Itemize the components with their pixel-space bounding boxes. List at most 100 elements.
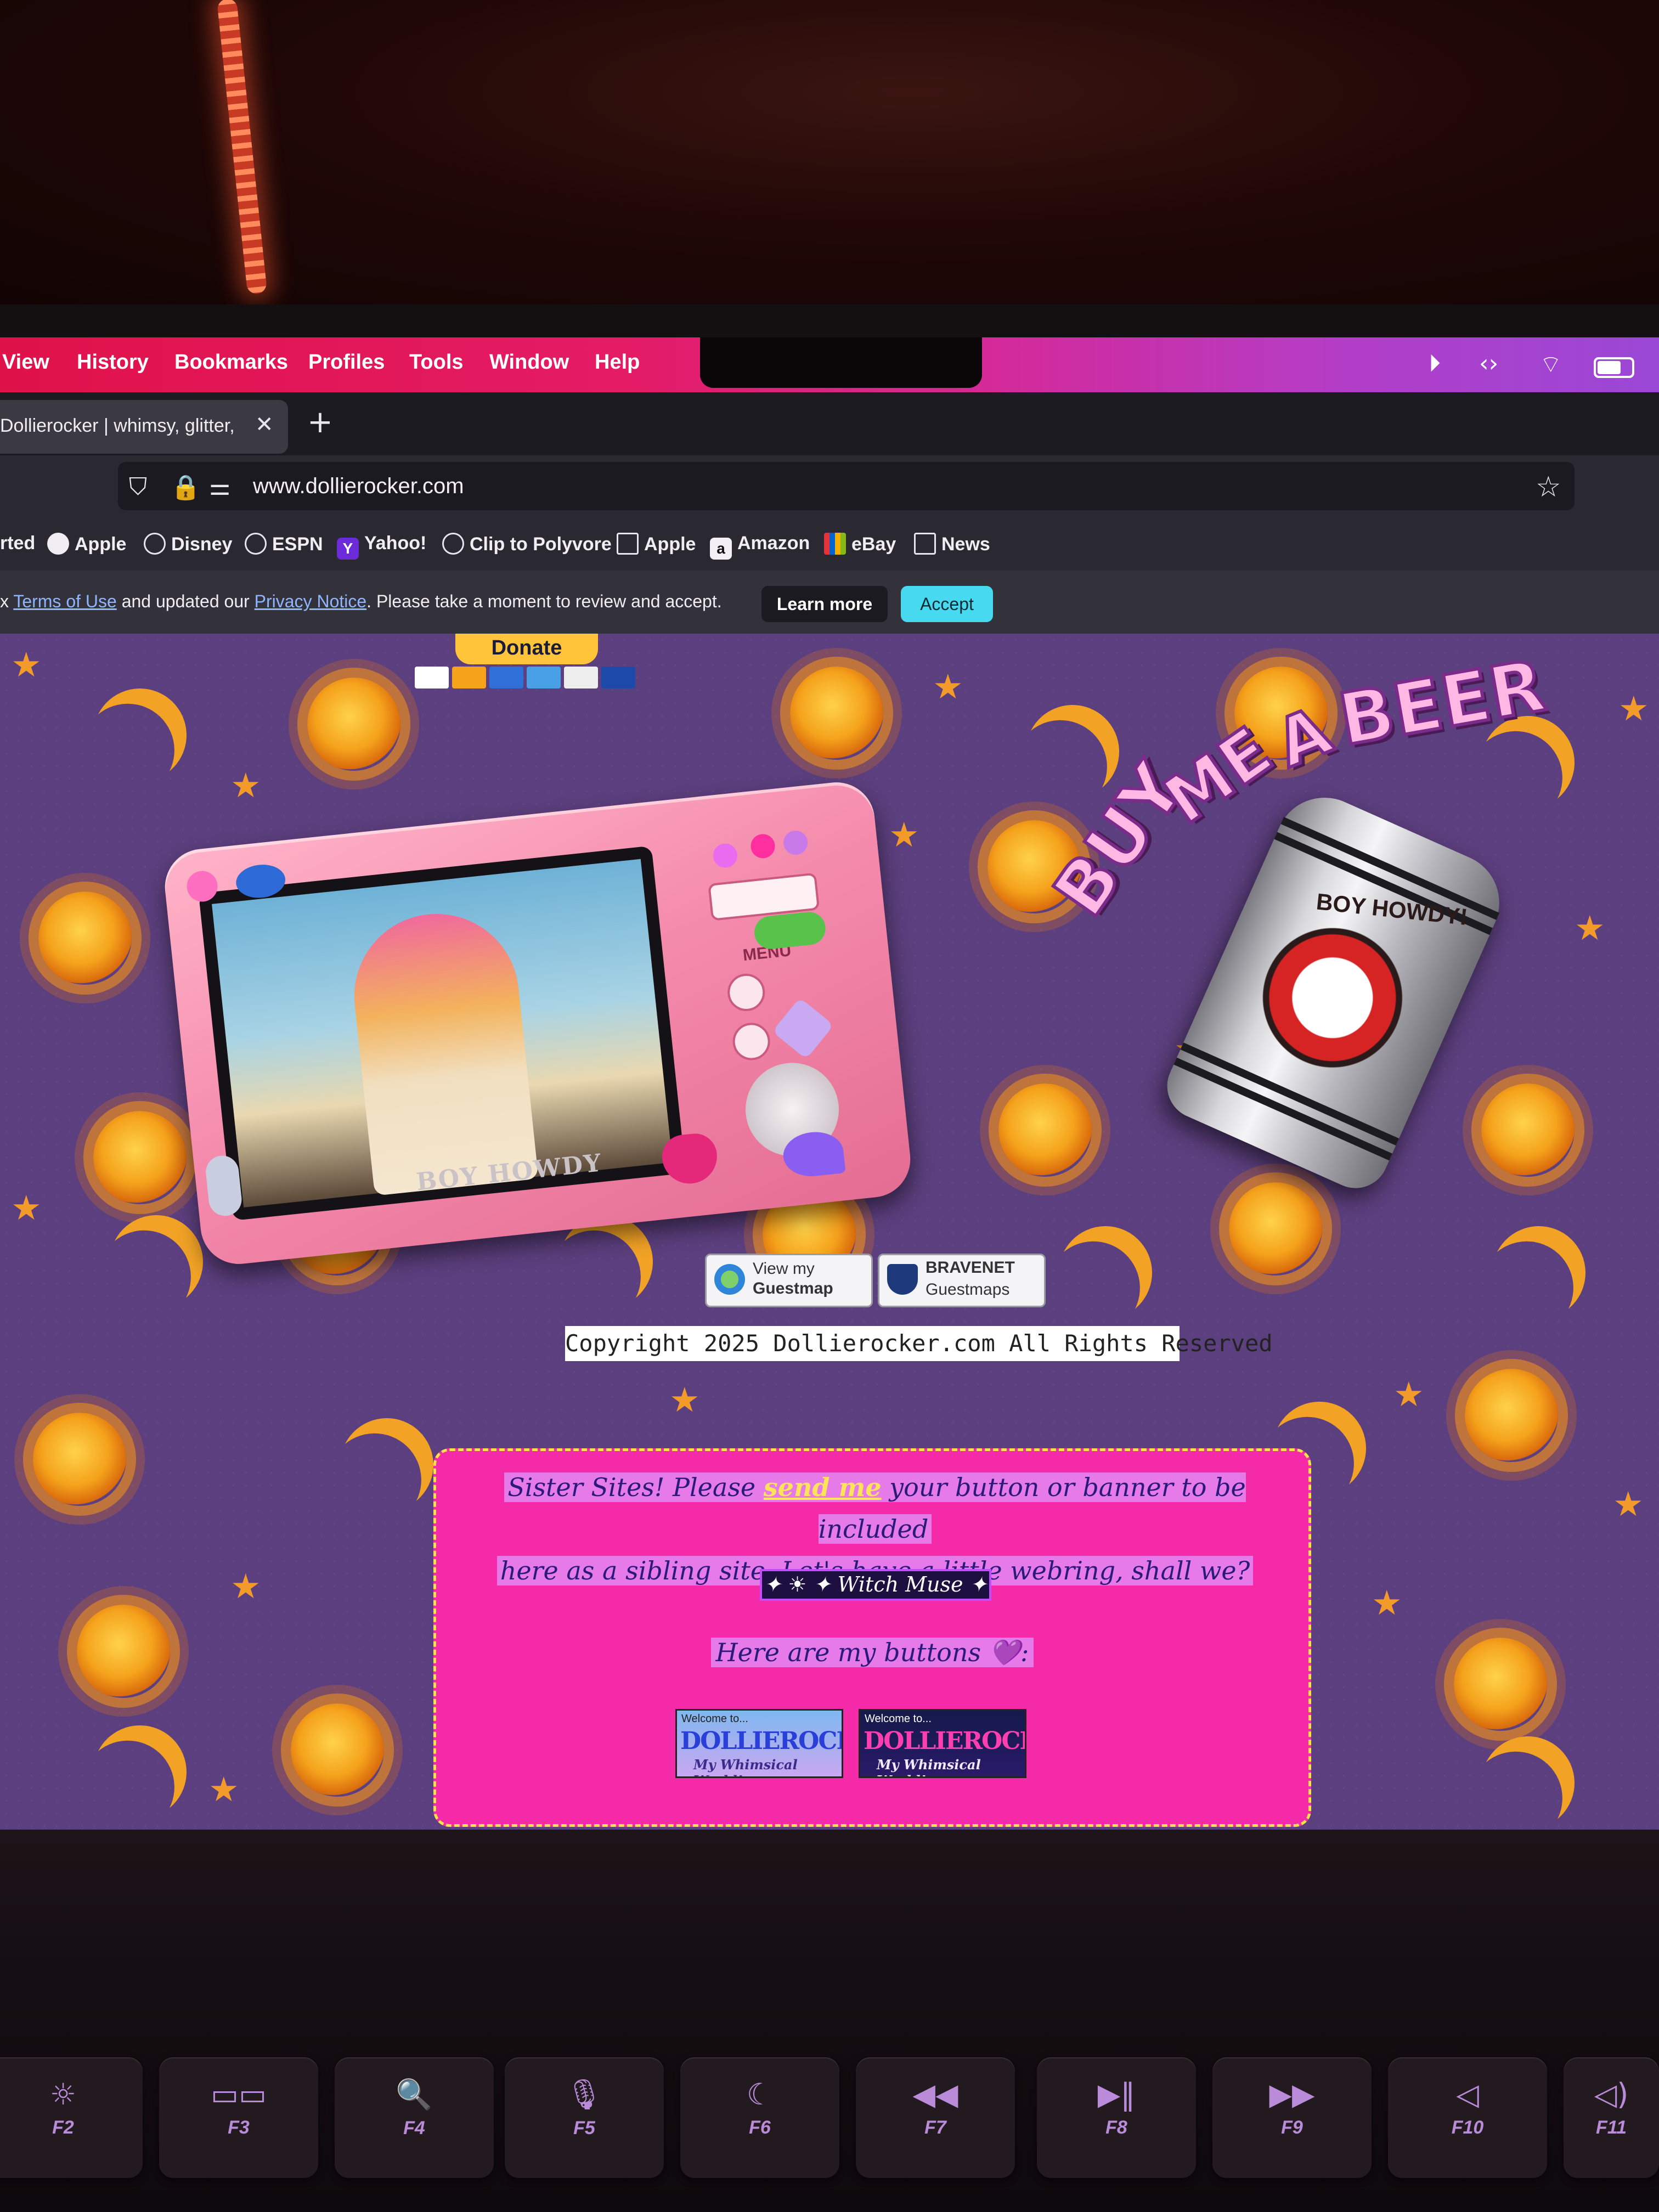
sun-pattern-icon (1229, 1182, 1322, 1276)
menu-history[interactable]: History (77, 351, 149, 374)
new-tab-button[interactable]: + (307, 404, 333, 440)
star-pattern-icon: ★ (230, 765, 261, 805)
star-pattern-icon: ★ (889, 815, 919, 855)
sun-pattern-icon (998, 1084, 1092, 1177)
key-f4[interactable]: 🔍 F4 (335, 2057, 494, 2178)
bookmark-getting-started[interactable]: rted (0, 533, 35, 554)
star-pattern-icon: ★ (1618, 689, 1649, 729)
bookmark-label: eBay (851, 534, 896, 555)
star-pattern-icon: ★ (933, 667, 963, 707)
key-f3[interactable]: ▭▭ F3 (159, 2057, 318, 2178)
play-pause-icon: ▶‖ (1097, 2077, 1136, 2112)
key-f8[interactable]: ▶‖ F8 (1037, 2057, 1196, 2178)
bookmark-label: News (941, 534, 990, 555)
gem-sticker-icon (782, 829, 809, 856)
menu-profiles[interactable]: Profiles (308, 351, 385, 374)
gem-sticker-icon (749, 833, 776, 860)
code-icon[interactable]: ‹› (1479, 349, 1498, 377)
led-strip-light (217, 0, 268, 295)
tab-bar: Dollierocker | whimsy, glitter, roc ✕ + (0, 392, 1659, 455)
camera-button (731, 1021, 772, 1062)
beer-word-beer: BEER (1331, 642, 1553, 763)
mute-icon: ◁ (1456, 2077, 1479, 2112)
terms-of-use-link[interactable]: Terms of Use (13, 591, 116, 611)
bookmark-espn[interactable]: ESPN (245, 533, 323, 555)
learn-more-button[interactable]: Learn more (761, 586, 888, 622)
bookmark-ebay[interactable]: eBay (824, 533, 896, 555)
play-icon[interactable]: ⏵ (1429, 349, 1441, 377)
star-pattern-icon: ★ (230, 1566, 261, 1606)
key-label: F8 (1105, 2117, 1127, 2138)
witch-muse-banner[interactable]: ✦ ☀ ✦ Witch Muse ✦ (760, 1569, 991, 1601)
lock-icon[interactable]: 🔒 (171, 473, 201, 501)
bookmark-folder-news[interactable]: News (914, 533, 990, 555)
bookmark-folder-apple[interactable]: Apple (617, 533, 696, 555)
url-text[interactable]: www.dollierocker.com (253, 474, 464, 499)
tab-dollierocker[interactable]: Dollierocker | whimsy, glitter, roc ✕ (0, 400, 288, 454)
tab-title: Dollierocker | whimsy, glitter, roc (0, 415, 236, 436)
amazon-icon: a (710, 538, 732, 560)
bookmark-yahoo[interactable]: Y Yahoo! (337, 533, 426, 560)
site-button-dark[interactable]: Welcome to... DOLLIEROCKER.COM My Whimsi… (859, 1709, 1026, 1778)
key-f9[interactable]: ▶▶ F9 (1212, 2057, 1372, 2178)
address-bar[interactable]: ⛉ 🔒 ⚌ www.dollierocker.com ☆ (118, 462, 1575, 510)
star-pattern-icon: ★ (1372, 1583, 1402, 1623)
menu-tools[interactable]: Tools (409, 351, 464, 374)
rewind-icon: ◀◀ (912, 2077, 958, 2112)
close-tab-icon[interactable]: ✕ (255, 412, 274, 437)
microphone-icon: 🎙 (565, 2077, 603, 2112)
menu-bookmarks[interactable]: Bookmarks (174, 351, 288, 374)
key-f7[interactable]: ◀◀ F7 (856, 2057, 1015, 2178)
key-label: F7 (924, 2117, 946, 2138)
bookmark-label: Disney (171, 534, 233, 555)
donate-button[interactable]: Donate (455, 634, 598, 664)
key-f6[interactable]: ☾ F6 (680, 2057, 839, 2178)
folder-icon (617, 533, 639, 555)
bravenet-guestmaps-button[interactable]: BRAVENET Guestmaps (878, 1254, 1046, 1307)
bookmark-star-icon[interactable]: ☆ (1536, 471, 1561, 504)
bravenet-line1: BRAVENET (926, 1259, 1015, 1277)
globe-icon (144, 533, 166, 555)
web-page: ★ ★ ★ ★ ★ ★ ★ ★ ★ ★ ★ ★ ★ ★ Donate BOY H… (0, 634, 1659, 1832)
key-f11[interactable]: ◁) F11 (1564, 2057, 1659, 2178)
my-buttons-heading: Here are my buttons 💜: (436, 1638, 1308, 1668)
amex-card-icon (527, 667, 561, 689)
copyright-text: Copyright 2025 Dollierocker.com All Righ… (565, 1326, 1273, 1361)
star-pattern-icon: ★ (1575, 908, 1605, 948)
moon-pattern-icon (1463, 1718, 1593, 1832)
view-guestmap-button[interactable]: View my Guestmap (705, 1254, 873, 1307)
bookmark-disney[interactable]: Disney (144, 533, 233, 555)
key-label: F6 (749, 2117, 771, 2138)
battery-icon[interactable] (1594, 357, 1634, 378)
globe-icon (714, 1264, 745, 1295)
send-me-link[interactable]: send me (764, 1472, 882, 1502)
menu-window[interactable]: Window (489, 351, 569, 374)
key-f5[interactable]: 🎙 F5 (505, 2057, 664, 2178)
wifi-icon[interactable]: ⌔ (1539, 349, 1562, 380)
moon-pattern-icon (1474, 1208, 1604, 1338)
shield-icon[interactable]: ⛉ (129, 473, 147, 501)
notice-text: x Terms of Use and updated our Privacy N… (0, 591, 722, 612)
my-buttons-label: Here are my buttons 💜: (711, 1638, 1034, 1667)
key-f10[interactable]: ◁ F10 (1388, 2057, 1547, 2178)
star-pattern-icon: ★ (11, 645, 42, 685)
site-button-light[interactable]: Welcome to... DOLLIEROCKER.COM My Whimsi… (675, 1709, 843, 1778)
laptop-screen: View History Bookmarks Profiles Tools Wi… (0, 337, 1659, 1832)
sun-pattern-icon (1481, 1084, 1575, 1177)
menu-view[interactable]: View (2, 351, 49, 374)
star-pattern-icon: ★ (208, 1769, 239, 1809)
screen-bezel (0, 304, 1659, 337)
bookmark-amazon[interactable]: a Amazon (710, 533, 810, 560)
permissions-icon[interactable]: ⚌ (209, 473, 230, 501)
bookmark-apple[interactable]: Apple (47, 533, 126, 555)
mastercard-icon (452, 667, 486, 689)
bookmark-label: Yahoo! (364, 533, 427, 554)
accept-button[interactable]: Accept (901, 586, 993, 622)
sun-pattern-icon (307, 678, 400, 771)
notice-suffix: . Please take a moment to review and acc… (366, 591, 722, 611)
folder-icon (914, 533, 936, 555)
menu-help[interactable]: Help (595, 351, 640, 374)
privacy-notice-link[interactable]: Privacy Notice (255, 591, 367, 611)
bookmark-clip-to-polyvore[interactable]: Clip to Polyvore (442, 533, 612, 555)
key-f2[interactable]: ☼ F2 (0, 2057, 143, 2178)
